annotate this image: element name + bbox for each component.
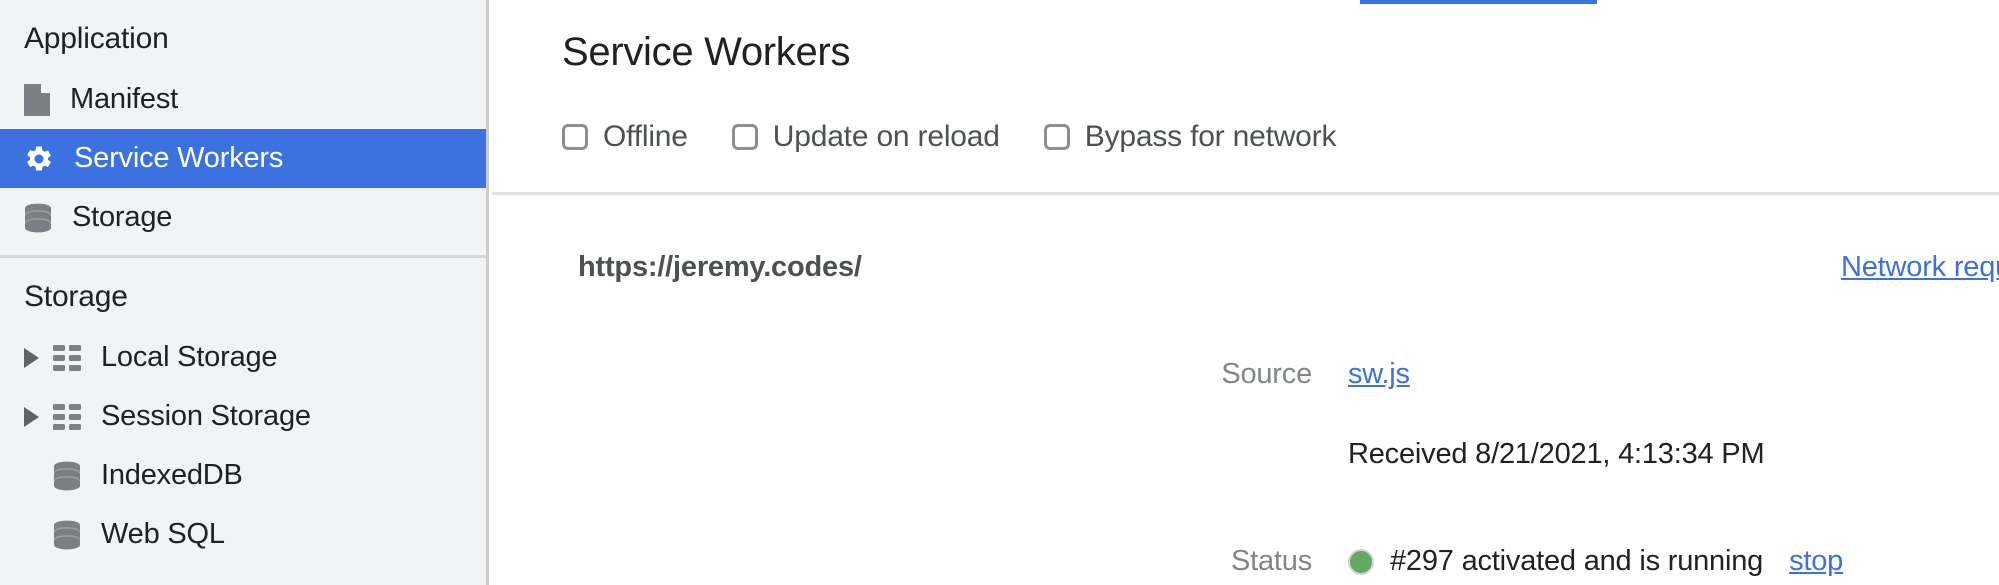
checkbox-box[interactable] bbox=[731, 124, 758, 150]
sidebar-item-service-workers[interactable]: Service Workers bbox=[0, 129, 486, 188]
sidebar-item-label: Web SQL bbox=[101, 518, 225, 550]
checkbox-offline[interactable]: Offline bbox=[562, 120, 688, 154]
sidebar-item-label: Storage bbox=[72, 201, 173, 233]
sidebar-item-storage[interactable]: Storage bbox=[0, 188, 486, 247]
sidebar-item-label: IndexedDB bbox=[101, 459, 243, 491]
chevron-right-icon[interactable] bbox=[24, 406, 39, 427]
page-title: Service Workers bbox=[562, 30, 851, 74]
source-value: sw.js bbox=[1348, 358, 1410, 391]
status-row: Status #297 activated and is running sto… bbox=[1052, 545, 1843, 578]
checkbox-bypass-for-network[interactable]: Bypass for network bbox=[1043, 120, 1337, 154]
clipped-link-underline[interactable] bbox=[1360, 0, 1597, 4]
chevron-right-icon[interactable] bbox=[24, 347, 39, 368]
status-label: Status bbox=[1230, 545, 1312, 577]
sidebar-item-web-sql[interactable]: Web SQL bbox=[0, 505, 486, 564]
database-icon bbox=[24, 203, 52, 233]
checkbox-update-on-reload[interactable]: Update on reload bbox=[731, 120, 1000, 154]
service-worker-toolbar: Offline Update on reload Bypass for netw… bbox=[562, 120, 1380, 154]
network-requests-link[interactable]: Network requests bbox=[1841, 251, 1999, 284]
devtools-application-panel: Application Manifest Service Workers Sto… bbox=[0, 0, 1999, 585]
checkbox-box[interactable] bbox=[1043, 124, 1070, 150]
service-worker-scope-url: https://jeremy.codes/ bbox=[578, 251, 862, 283]
checkbox-label: Offline bbox=[603, 120, 688, 153]
source-file-link[interactable]: sw.js bbox=[1348, 358, 1410, 391]
toolbar-separator bbox=[492, 192, 1999, 195]
sidebar-item-label: Manifest bbox=[70, 83, 178, 115]
sidebar-item-label: Service Workers bbox=[74, 142, 284, 174]
sidebar-item-indexeddb[interactable]: IndexedDB bbox=[0, 446, 486, 505]
checkbox-label: Update on reload bbox=[772, 120, 1000, 153]
sidebar-section-title-application: Application bbox=[24, 22, 169, 55]
checkbox-label: Bypass for network bbox=[1084, 120, 1337, 153]
gear-icon bbox=[24, 144, 54, 174]
status-indicator-dot bbox=[1348, 548, 1374, 575]
sidebar-section-storage: Storage Local Storage Session Storage In… bbox=[0, 258, 486, 564]
source-row: Source sw.js bbox=[1052, 358, 1410, 391]
stop-link[interactable]: stop bbox=[1789, 545, 1843, 578]
main-content: Service Workers Offline Update on reload… bbox=[492, 0, 1999, 585]
sidebar-item-label: Local Storage bbox=[101, 341, 278, 373]
checkbox-box[interactable] bbox=[562, 124, 588, 150]
received-row: Received 8/21/2021, 4:13:34 PM bbox=[1052, 438, 1765, 471]
source-label: Source bbox=[1221, 358, 1312, 390]
sidebar-item-manifest[interactable]: Manifest bbox=[0, 70, 486, 129]
sidebar-item-local-storage[interactable]: Local Storage bbox=[0, 328, 486, 387]
received-timestamp: Received 8/21/2021, 4:13:34 PM bbox=[1348, 438, 1765, 470]
sidebar-section-application: Application Manifest Service Workers Sto… bbox=[0, 0, 486, 247]
database-icon bbox=[53, 520, 81, 550]
sidebar: Application Manifest Service Workers Sto… bbox=[0, 0, 489, 585]
document-icon bbox=[24, 83, 50, 116]
sidebar-section-title-storage: Storage bbox=[24, 280, 128, 313]
status-text: #297 activated and is running bbox=[1390, 545, 1764, 577]
table-icon bbox=[53, 344, 81, 371]
sidebar-item-label: Session Storage bbox=[101, 400, 311, 432]
service-worker-actions: Network requests Update Unregister bbox=[1841, 251, 1999, 284]
table-icon bbox=[53, 403, 81, 430]
database-icon bbox=[53, 461, 81, 491]
status-value: #297 activated and is running stop bbox=[1348, 545, 1843, 578]
sidebar-item-session-storage[interactable]: Session Storage bbox=[0, 387, 486, 446]
